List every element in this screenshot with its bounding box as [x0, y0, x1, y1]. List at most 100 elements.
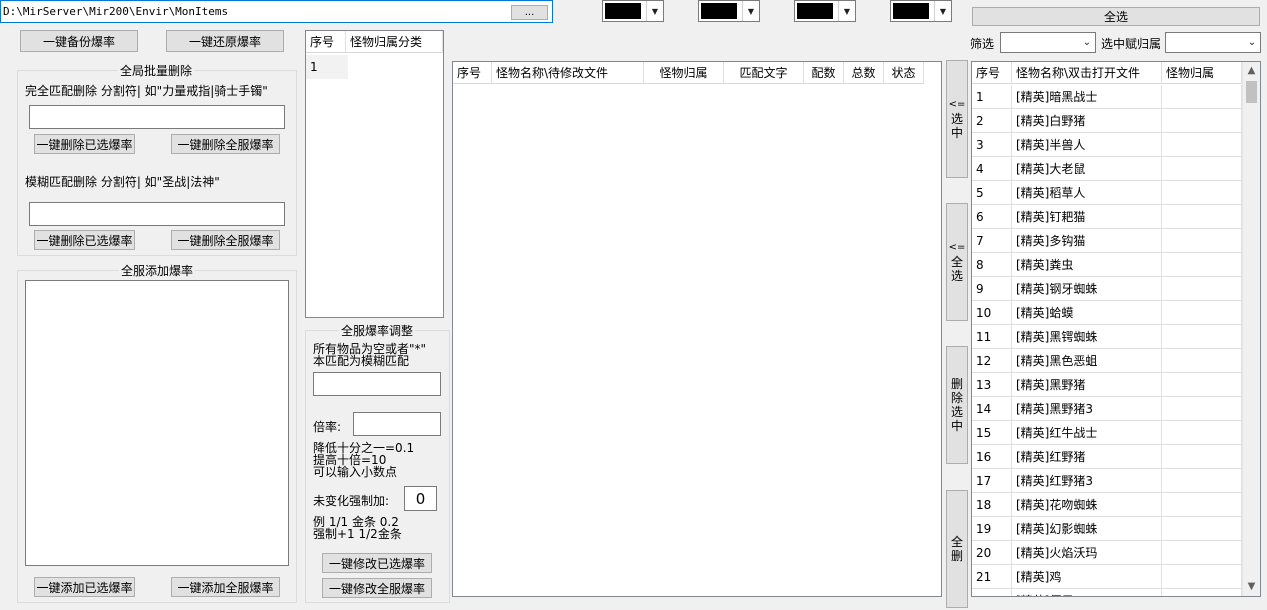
table-row[interactable]: 3 [精英]半兽人 — [972, 133, 1242, 157]
table-row[interactable]: 6 [精英]钉耙猫 — [972, 205, 1242, 229]
chevron-down-icon: ▼ — [742, 1, 759, 21]
column-header-owner[interactable]: 怪物归属 — [644, 62, 724, 84]
table-row[interactable]: 19 [精英]幻影蜘蛛 — [972, 517, 1242, 541]
delete-all-button[interactable]: 全 删 — [946, 490, 968, 608]
assign-owner-dropdown[interactable]: ⌄ — [1165, 32, 1261, 53]
table-row[interactable]: 8 [精英]粪虫 — [972, 253, 1242, 277]
table-row[interactable]: 12 [精英]黑色恶蛆 — [972, 349, 1242, 373]
row-index-cell: 8 — [972, 253, 1012, 277]
row-index-cell: 9 — [972, 277, 1012, 301]
scroll-down-icon[interactable]: ▼ — [1243, 578, 1260, 595]
row-owner-cell — [1162, 85, 1242, 109]
column-header-owner[interactable]: 怪物归属 — [1162, 62, 1242, 84]
fuzzy-match-input[interactable] — [29, 202, 285, 226]
column-header-index[interactable]: 序号 — [972, 62, 1012, 84]
table-row[interactable]: 17 [精英]红野猪3 — [972, 469, 1242, 493]
column-header-monster-name[interactable]: 怪物名称\双击打开文件 — [1012, 62, 1162, 84]
category-list[interactable]: 序号 怪物归属分类 1 — [305, 30, 444, 318]
row-monster-name-cell: [精英]粪虫 — [1012, 253, 1162, 277]
monster-rows: 1 [精英]暗黑战士 2 [精英]白野猪 3 [精英]半兽人 4 [精英]大老鼠 5 [精英]稻草… — [972, 85, 1242, 596]
multiplier-input[interactable] — [353, 412, 441, 436]
column-header-index[interactable]: 序号 — [453, 62, 492, 84]
modify-all-button[interactable]: 一键修改全服爆率 — [322, 578, 432, 598]
table-row[interactable]: 21 [精英]鸡 — [972, 565, 1242, 589]
move-selected-left-button[interactable]: <= 选 中 — [946, 60, 968, 178]
table-row[interactable]: 16 [精英]红野猪 — [972, 445, 1242, 469]
row-index-cell: 17 — [972, 469, 1012, 493]
pending-table[interactable]: 序号 怪物名称\待修改文件 怪物归属 匹配文字 配数 总数 状态 — [452, 61, 942, 597]
table-row[interactable]: 10 [精英]蛤蟆 — [972, 301, 1242, 325]
add-all-button[interactable]: 一键添加全服爆率 — [171, 577, 280, 597]
table-row[interactable]: 9 [精英]钢牙蜘蛛 — [972, 277, 1242, 301]
row-index-cell: 16 — [972, 445, 1012, 469]
vertical-scrollbar[interactable]: ▲ ▼ — [1242, 62, 1260, 596]
restore-button[interactable]: 一键还原爆率 — [166, 30, 284, 52]
row-owner-cell — [1162, 373, 1242, 397]
row-index-cell: 6 — [972, 205, 1012, 229]
row-owner-cell — [1162, 445, 1242, 469]
color-picker-4[interactable]: ▼ — [890, 0, 952, 22]
adjust-match-input[interactable] — [313, 372, 441, 396]
row-owner-cell — [1162, 133, 1242, 157]
table-row[interactable]: 11 [精英]黑锷蜘蛛 — [972, 325, 1242, 349]
table-row[interactable]: 14 [精英]黑野猪3 — [972, 397, 1242, 421]
table-row[interactable]: 4 [精英]大老鼠 — [972, 157, 1242, 181]
chevron-down-icon: ▼ — [838, 1, 855, 21]
path-field[interactable]: D:\MirServer\Mir200\Envir\MonItems ... — [0, 0, 553, 23]
backup-button[interactable]: 一键备份爆率 — [20, 30, 138, 52]
column-header-count[interactable]: 配数 — [804, 62, 844, 84]
table-row[interactable]: 18 [精英]花吻蜘蛛 — [972, 493, 1242, 517]
scroll-up-icon[interactable]: ▲ — [1243, 62, 1260, 79]
browse-button[interactable]: ... — [511, 5, 548, 20]
table-row[interactable]: 15 [精英]红牛战士 — [972, 421, 1242, 445]
row-index-cell: 15 — [972, 421, 1012, 445]
table-row[interactable]: 20 [精英]火焰沃玛 — [972, 541, 1242, 565]
chevron-down-icon: ⌄ — [1079, 33, 1095, 52]
force-add-input[interactable]: 0 — [404, 486, 437, 511]
column-header-total[interactable]: 总数 — [844, 62, 884, 84]
modify-selected-button[interactable]: 一键修改已选爆率 — [322, 553, 432, 573]
column-header-match-text[interactable]: 匹配文字 — [724, 62, 804, 84]
scroll-thumb[interactable] — [1246, 81, 1257, 103]
table-row[interactable]: 1 [精英]暗黑战士 — [972, 85, 1242, 109]
adjust-desc-2: 本匹配为模糊匹配 — [313, 354, 410, 368]
add-rates-textarea[interactable] — [25, 280, 289, 566]
select-all-button[interactable]: 全选 — [972, 7, 1260, 26]
row-monster-name-cell: [精英]多钩猫 — [1012, 229, 1162, 253]
move-all-left-button[interactable]: <= 全 选 — [946, 203, 968, 321]
list-item[interactable]: 1 — [306, 55, 443, 79]
row-monster-name-cell: [精英]花吻蜘蛛 — [1012, 493, 1162, 517]
adjust-title: 全服爆率调整 — [339, 322, 416, 339]
table-row[interactable]: 13 [精英]黑野猪 — [972, 373, 1242, 397]
column-header-status[interactable]: 状态 — [884, 62, 924, 84]
table-row[interactable]: 22[精英]僵尸 — [972, 589, 1242, 596]
row-owner-cell — [1162, 229, 1242, 253]
row-monster-name-cell: [精英]暗黑战士 — [1012, 85, 1162, 109]
delete-all-exact-button[interactable]: 一键删除全服爆率 — [171, 134, 280, 154]
color-picker-1[interactable]: ▼ — [602, 0, 664, 22]
column-header-category[interactable]: 怪物归属分类 — [346, 31, 443, 53]
row-index-cell: 3 — [972, 133, 1012, 157]
color-swatch — [893, 3, 929, 19]
row-index-cell: 14 — [972, 397, 1012, 421]
color-picker-2[interactable]: ▼ — [698, 0, 760, 22]
row-monster-name-cell: [精英]黑野猪 — [1012, 373, 1162, 397]
table-row[interactable]: 5 [精英]稻草人 — [972, 181, 1242, 205]
delete-all-fuzzy-button[interactable]: 一键删除全服爆率 — [171, 230, 280, 250]
filter-dropdown[interactable]: ⌄ — [1000, 32, 1096, 53]
table-row[interactable]: 2 [精英]白野猪 — [972, 109, 1242, 133]
table-row[interactable]: 7 [精英]多钩猫 — [972, 229, 1242, 253]
column-header-monster-file[interactable]: 怪物名称\待修改文件 — [492, 62, 644, 84]
delete-selected-exact-button[interactable]: 一键删除已选爆率 — [34, 134, 135, 154]
row-owner-cell — [1162, 517, 1242, 541]
delete-selected-button[interactable]: 删 除 选 中 — [946, 346, 968, 464]
adjust-example-2: 强制+1 1/2金条 — [313, 527, 402, 541]
row-owner-cell — [1162, 493, 1242, 517]
column-header-index[interactable]: 序号 — [306, 31, 346, 53]
add-selected-button[interactable]: 一键添加已选爆率 — [34, 577, 135, 597]
delete-selected-fuzzy-button[interactable]: 一键删除已选爆率 — [34, 230, 135, 250]
color-picker-3[interactable]: ▼ — [794, 0, 856, 22]
row-monster-name-cell: [精英]钢牙蜘蛛 — [1012, 277, 1162, 301]
exact-match-input[interactable] — [29, 105, 285, 129]
monster-list[interactable]: 序号 怪物名称\双击打开文件 怪物归属 1 [精英]暗黑战士 2 [精英]白野猪 3 [精… — [971, 61, 1261, 597]
